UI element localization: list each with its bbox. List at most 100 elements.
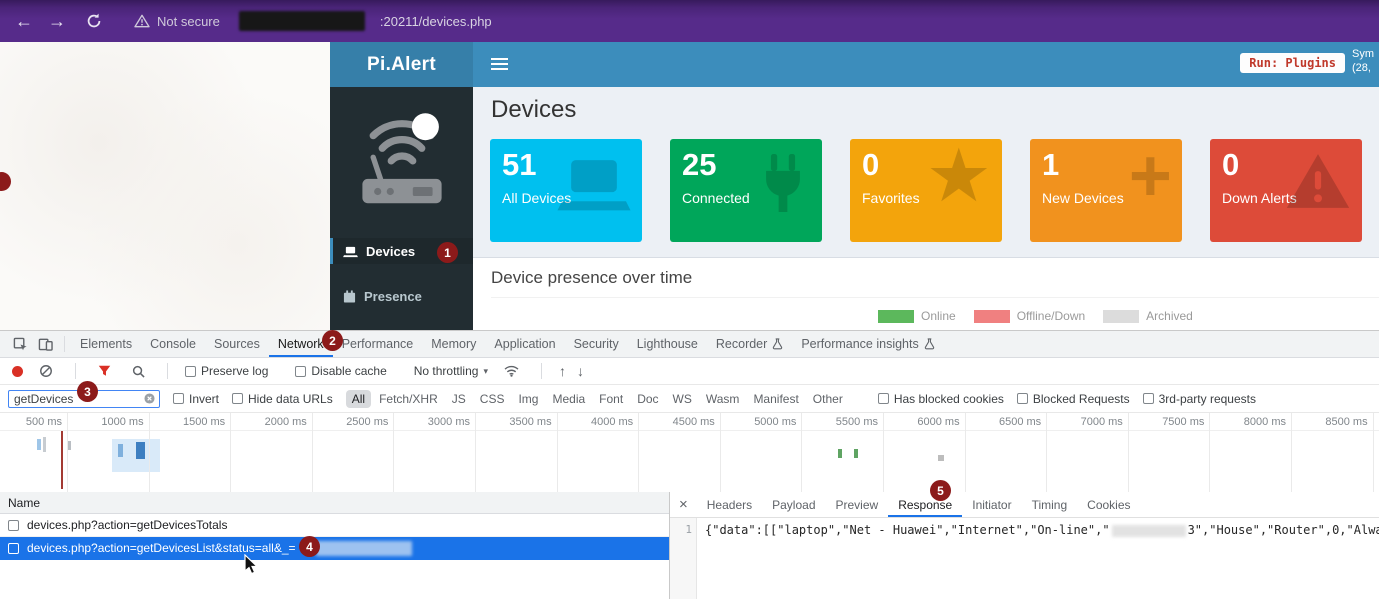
card-favorites[interactable]: 0 Favorites ★: [850, 139, 1002, 242]
sidebar-item-presence[interactable]: Presence: [330, 283, 473, 309]
tab-sources[interactable]: Sources: [205, 331, 269, 357]
filter-type-font[interactable]: Font: [593, 390, 629, 408]
timeline-tick-label: 3500 ms: [509, 416, 556, 428]
filter-type-js[interactable]: JS: [446, 390, 472, 408]
filter-type-media[interactable]: Media: [546, 390, 591, 408]
timeline-tick-label: 5500 ms: [836, 416, 883, 428]
has-blocked-cookies-checkbox[interactable]: Has blocked cookies: [878, 392, 1004, 406]
filter-type-fetch-xhr[interactable]: Fetch/XHR: [373, 390, 444, 408]
blocked-requests-checkbox[interactable]: Blocked Requests: [1017, 392, 1130, 406]
hide-data-urls-checkbox[interactable]: Hide data URLs: [232, 392, 333, 406]
preserve-log-checkbox[interactable]: Preserve log: [185, 364, 268, 378]
topbar-right-clipped-text: Sym (28,: [1352, 47, 1379, 75]
filter-type-css[interactable]: CSS: [474, 390, 511, 408]
device-toolbar-icon[interactable]: [33, 337, 58, 351]
divider: [167, 363, 168, 379]
tab-performance-insights[interactable]: Performance insights: [792, 331, 943, 357]
devtools-panel: Elements Console Sources Network Perform…: [0, 330, 1379, 599]
throttling-select[interactable]: No throttling ▾: [414, 364, 488, 378]
back-icon[interactable]: ←: [15, 12, 33, 30]
card-new-devices[interactable]: 1 New Devices +: [1030, 139, 1182, 242]
details-tab-preview[interactable]: Preview: [826, 492, 889, 517]
tab-console[interactable]: Console: [141, 331, 205, 357]
clear-input-icon[interactable]: [144, 393, 155, 404]
network-toolbar: Preserve log Disable cache No throttling…: [0, 358, 1379, 385]
details-tab-cookies[interactable]: Cookies: [1077, 492, 1140, 517]
card-all-devices[interactable]: 51 All Devices: [490, 139, 642, 242]
tab-memory[interactable]: Memory: [422, 331, 485, 357]
import-har-icon[interactable]: ↑: [559, 364, 566, 378]
response-redaction: [1112, 525, 1186, 537]
timeline-activity-mark: [37, 439, 41, 450]
invert-checkbox[interactable]: Invert: [173, 392, 219, 406]
tab-recorder[interactable]: Recorder: [707, 331, 792, 357]
third-party-requests-checkbox[interactable]: 3rd-party requests: [1143, 392, 1256, 406]
details-tab-payload[interactable]: Payload: [762, 492, 825, 517]
disable-cache-checkbox[interactable]: Disable cache: [295, 364, 386, 378]
address-url[interactable]: :20211/devices.php: [380, 14, 492, 29]
request-row-selected[interactable]: devices.php?action=getDevicesList&status…: [0, 537, 669, 560]
network-conditions-icon[interactable]: [499, 365, 524, 377]
checkbox-label: Preserve log: [201, 364, 268, 378]
row-checkbox[interactable]: [8, 520, 19, 531]
timeline-ruler[interactable]: 500 ms1000 ms1500 ms2000 ms2500 ms3000 m…: [0, 413, 1379, 495]
timeline-activity-mark: [838, 449, 842, 458]
laptop-icon: [343, 245, 358, 258]
record-button[interactable]: [12, 366, 23, 377]
filter-type-img[interactable]: Img: [512, 390, 544, 408]
filter-icon[interactable]: [93, 365, 116, 377]
checkbox-label: 3rd-party requests: [1159, 392, 1256, 406]
details-tab-timing[interactable]: Timing: [1022, 492, 1078, 517]
timeline-gridline: [393, 413, 394, 494]
row-checkbox[interactable]: [8, 543, 19, 554]
run-plugins-button[interactable]: Run: Plugins: [1240, 53, 1345, 73]
request-type-filters: All Fetch/XHR JS CSS Img Media Font Doc …: [346, 390, 849, 408]
refresh-icon[interactable]: [81, 13, 107, 29]
legend-swatch-offline: [974, 310, 1010, 323]
not-secure-label: Not secure: [157, 14, 220, 29]
filter-type-other[interactable]: Other: [807, 390, 849, 408]
filter-type-wasm[interactable]: Wasm: [700, 390, 746, 408]
filter-type-all[interactable]: All: [346, 390, 371, 408]
chevron-down-icon: ▾: [483, 366, 488, 377]
timeline-tick-label: 1500 ms: [183, 416, 230, 428]
inspect-element-icon[interactable]: [8, 337, 33, 352]
timeline-tick-label: 3000 ms: [428, 416, 475, 428]
details-tab-headers[interactable]: Headers: [697, 492, 762, 517]
details-tab-response[interactable]: Response: [888, 492, 962, 517]
divider: [64, 336, 65, 352]
timeline-tick-label: 500 ms: [26, 416, 67, 428]
filter-type-ws[interactable]: WS: [667, 390, 698, 408]
details-tabbar: × Headers Payload Preview Response Initi…: [670, 492, 1379, 518]
tab-application[interactable]: Application: [485, 331, 564, 357]
timeline-gridline: [965, 413, 966, 494]
timeline-activity-mark: [43, 437, 46, 452]
tab-security[interactable]: Security: [565, 331, 628, 357]
timeline-activity-mark: [68, 441, 71, 450]
tab-performance[interactable]: Performance: [333, 331, 423, 357]
clear-icon[interactable]: [34, 364, 58, 378]
name-column-header: Name: [8, 496, 40, 510]
timeline-tick-label: 1000 ms: [101, 416, 148, 428]
timeline-tick-label: 5000 ms: [754, 416, 801, 428]
export-har-icon[interactable]: ↓: [577, 364, 584, 378]
close-details-icon[interactable]: ×: [670, 496, 697, 513]
hamburger-menu-icon[interactable]: [491, 58, 508, 70]
card-connected[interactable]: 25 Connected: [670, 139, 822, 242]
line-number: 1: [685, 523, 692, 536]
timeline-gridline: [801, 413, 802, 494]
filter-type-doc[interactable]: Doc: [631, 390, 664, 408]
request-row[interactable]: devices.php?action=getDevicesTotals: [0, 514, 669, 537]
sidebar-item-label: Presence: [364, 289, 422, 304]
request-list-header[interactable]: Name: [0, 492, 669, 514]
tab-lighthouse[interactable]: Lighthouse: [628, 331, 707, 357]
site-security-chip[interactable]: Not secure: [134, 14, 220, 29]
details-tab-initiator[interactable]: Initiator: [962, 492, 1021, 517]
tab-elements[interactable]: Elements: [71, 331, 141, 357]
app-logo[interactable]: Pi.Alert: [330, 42, 473, 87]
card-down-alerts[interactable]: 0 Down Alerts: [1210, 139, 1362, 242]
search-icon[interactable]: [127, 365, 150, 378]
request-url-redaction: [316, 541, 412, 556]
forward-icon[interactable]: →: [48, 12, 66, 30]
filter-type-manifest[interactable]: Manifest: [747, 390, 804, 408]
